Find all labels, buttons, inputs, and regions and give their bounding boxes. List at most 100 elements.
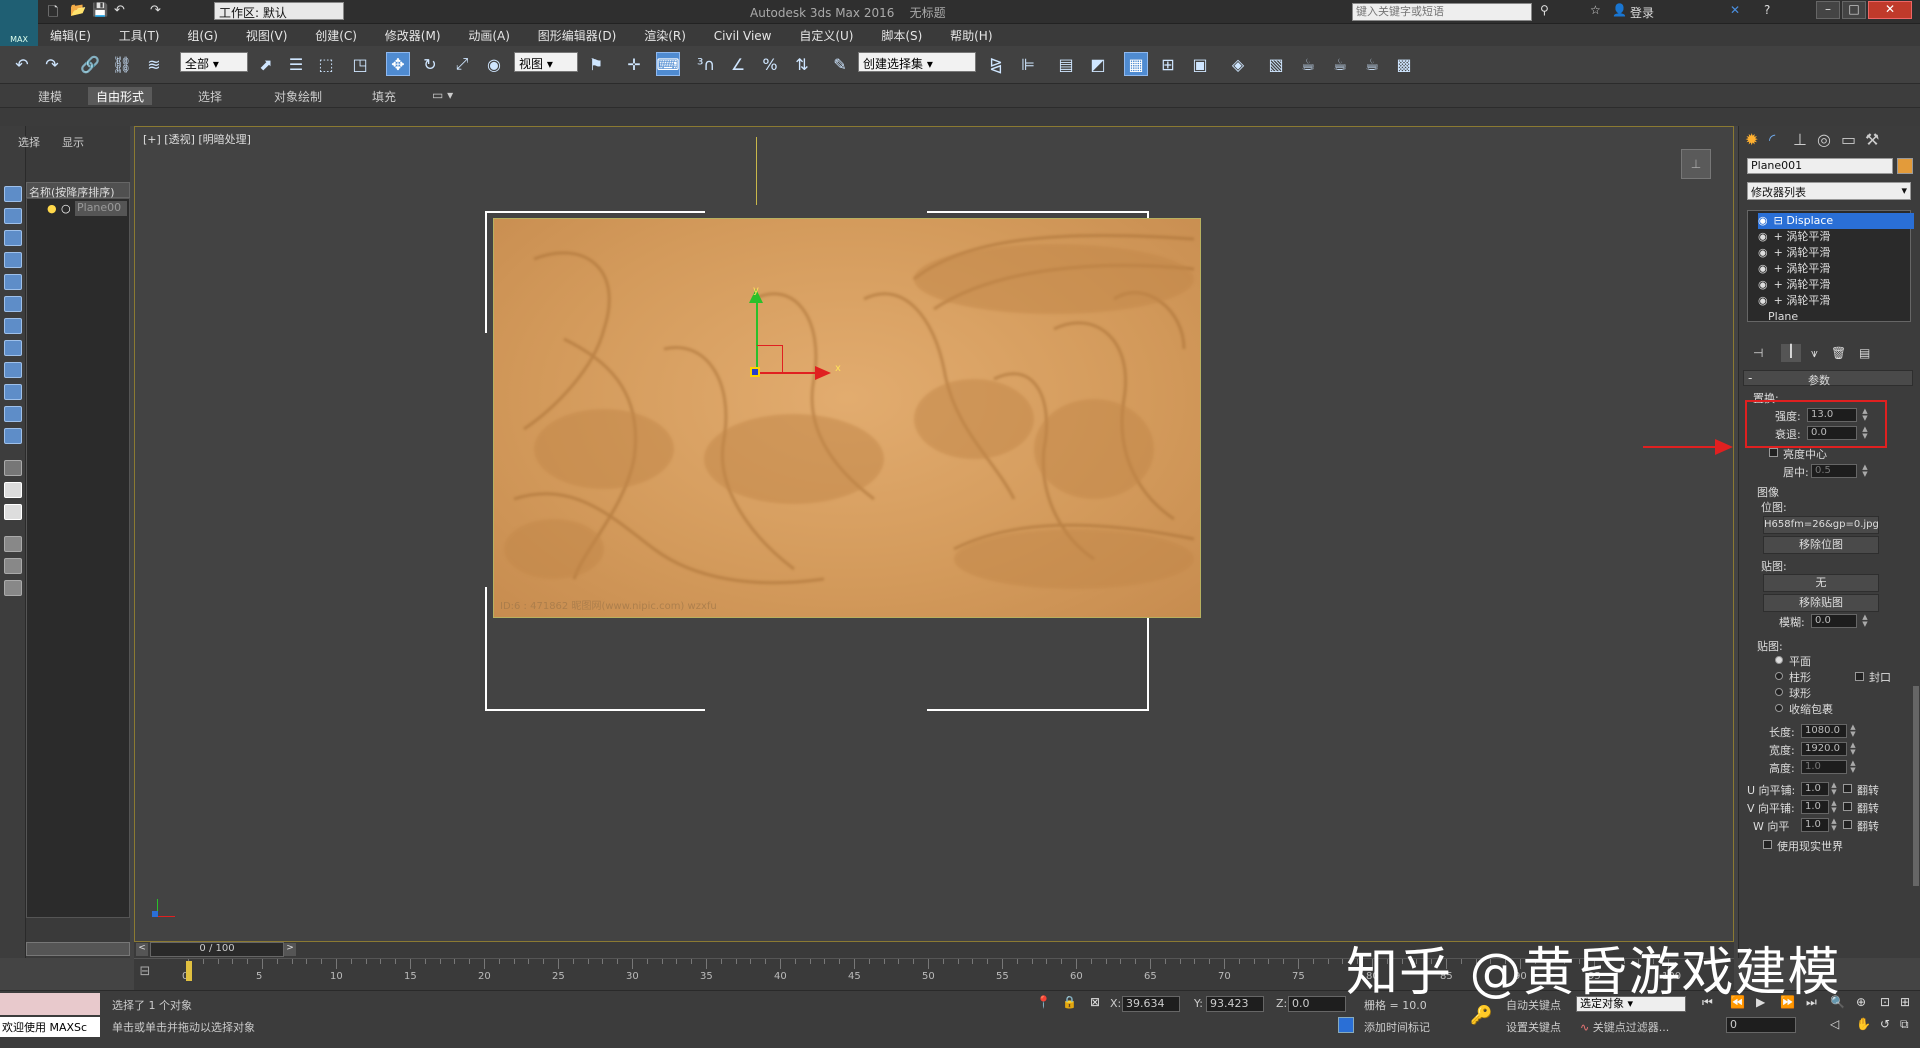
save-icon[interactable]: 💾 bbox=[92, 3, 108, 18]
ribbon-tab-freeform[interactable]: 自由形式 bbox=[88, 87, 153, 105]
undo-icon[interactable]: ↶ bbox=[10, 52, 34, 76]
u-tile-arrows-icon[interactable]: ▲ ▼ bbox=[1830, 782, 1838, 796]
width-spinner-arrows-icon[interactable]: ▲ ▼ bbox=[1849, 742, 1857, 756]
helpers-filter-icon[interactable] bbox=[4, 296, 22, 312]
render-icon[interactable]: ☕ bbox=[1296, 52, 1320, 76]
menu-customize[interactable]: 自定义(U) bbox=[787, 24, 865, 47]
isolate-icon[interactable]: 📍 bbox=[1036, 995, 1051, 1009]
w-tile-arrows-icon[interactable]: ▲ ▼ bbox=[1830, 818, 1838, 832]
object-name-field[interactable]: Plane001 bbox=[1747, 158, 1893, 174]
undo-icon[interactable]: ↶ bbox=[114, 3, 125, 18]
list-icon[interactable] bbox=[4, 460, 22, 476]
select-object-icon[interactable]: ⬈ bbox=[254, 52, 278, 76]
menu-edit[interactable]: 编辑(E) bbox=[38, 24, 103, 47]
rotate-icon[interactable]: ↻ bbox=[418, 52, 442, 76]
gizmo-x-arrow-icon[interactable] bbox=[815, 366, 831, 380]
set-key-icon[interactable]: 🔑 bbox=[1470, 1005, 1492, 1026]
geometry-filter-icon[interactable] bbox=[4, 208, 22, 224]
lum-center-checkbox[interactable] bbox=[1769, 448, 1778, 457]
menu-rendering[interactable]: 渲染(R) bbox=[632, 24, 698, 47]
height-spinner[interactable]: 1.0 bbox=[1801, 760, 1847, 774]
stack-item-plane[interactable]: Plane bbox=[1758, 309, 1914, 325]
unlink-icon[interactable]: ⛓ bbox=[110, 52, 134, 76]
minimize-button[interactable]: – bbox=[1816, 1, 1840, 19]
center-spinner-arrows-icon[interactable]: ▲ ▼ bbox=[1861, 464, 1869, 478]
current-frame-marker[interactable] bbox=[186, 961, 192, 981]
show-end-result-icon[interactable]: ┃ bbox=[1781, 344, 1801, 362]
menu-views[interactable]: 视图(V) bbox=[234, 24, 300, 47]
menu-tools[interactable]: 工具(T) bbox=[107, 24, 172, 47]
orbit-icon[interactable]: ↺ bbox=[1880, 1017, 1890, 1031]
shapes-filter-icon[interactable] bbox=[4, 230, 22, 246]
blur-spinner[interactable]: 0.0 bbox=[1811, 614, 1857, 628]
modify-tab-icon[interactable]: ◜ bbox=[1769, 130, 1775, 149]
menu-modifiers[interactable]: 修改器(M) bbox=[373, 24, 453, 47]
set-key-button[interactable]: 设置关键点 bbox=[1506, 1019, 1561, 1035]
spinner-snap-icon[interactable]: ⇅ bbox=[790, 52, 814, 76]
mapping-shrinkwrap-radio[interactable] bbox=[1775, 704, 1783, 712]
z-coord-field[interactable]: 0.0 bbox=[1288, 996, 1346, 1012]
redo-icon[interactable]: ↷ bbox=[150, 3, 161, 18]
utilities-tab-icon[interactable]: ⚒ bbox=[1865, 130, 1879, 149]
u-tile-spinner[interactable]: 1.0 bbox=[1801, 782, 1829, 796]
make-unique-icon[interactable]: ⩛ bbox=[1811, 346, 1818, 361]
v-flip-checkbox[interactable] bbox=[1843, 802, 1852, 811]
ref-coord-dropdown[interactable]: 视图 ▾ bbox=[514, 52, 578, 72]
move-icon[interactable]: ✥ bbox=[386, 52, 410, 76]
create-tab-icon[interactable]: ✹ bbox=[1745, 130, 1758, 149]
u-flip-checkbox[interactable] bbox=[1843, 784, 1852, 793]
ribbon-toggle-icon[interactable]: ◩ bbox=[1086, 52, 1110, 76]
scene-list[interactable]: ● ○ Plane00 bbox=[26, 198, 130, 918]
menu-scripting[interactable]: 脚本(S) bbox=[869, 24, 934, 47]
manipulate-icon[interactable]: ✛ bbox=[622, 52, 646, 76]
menu-group[interactable]: 组(G) bbox=[175, 24, 230, 47]
light-bulb-icon[interactable]: ● bbox=[47, 202, 57, 215]
containers-filter-icon[interactable] bbox=[4, 406, 22, 422]
user-icon[interactable]: 👤 bbox=[1612, 3, 1627, 17]
app-logo[interactable]: MAX bbox=[0, 0, 38, 46]
stack-item-turbosmooth-2[interactable]: ◉ + 涡轮平滑 bbox=[1758, 245, 1914, 261]
edit-named-sel-icon[interactable]: ✎ bbox=[828, 52, 852, 76]
ribbon-tab-modeling[interactable]: 建模 bbox=[30, 87, 70, 105]
v-tile-arrows-icon[interactable]: ▲ ▼ bbox=[1830, 800, 1838, 814]
length-spinner[interactable]: 1080.0 bbox=[1801, 724, 1847, 738]
gizmo-center[interactable] bbox=[750, 367, 760, 377]
params-rollout-header[interactable]: - 参数 bbox=[1743, 370, 1913, 387]
visibility-icon[interactable]: ○ bbox=[61, 202, 71, 215]
redo-icon[interactable]: ↷ bbox=[40, 52, 64, 76]
v-tile-spinner[interactable]: 1.0 bbox=[1801, 800, 1829, 814]
selection-lock-icon[interactable]: 🔒 bbox=[1062, 995, 1077, 1009]
mirror-icon[interactable]: ⧎ bbox=[984, 52, 1008, 76]
modifier-list-dropdown[interactable]: 修改器列表 ▾ bbox=[1747, 182, 1911, 200]
search-input[interactable] bbox=[1352, 3, 1532, 21]
hierarchy-tab-icon[interactable]: ⊥ bbox=[1793, 130, 1807, 149]
maximize-viewport-icon[interactable]: ⧉ bbox=[1900, 1017, 1909, 1032]
scene-item-plane[interactable]: Plane00 bbox=[75, 201, 127, 216]
height-spinner-arrows-icon[interactable]: ▲ ▼ bbox=[1849, 760, 1857, 774]
selection-filter-dropdown[interactable]: 全部 ▾ bbox=[180, 52, 248, 72]
link-icon[interactable]: 🔗 bbox=[78, 52, 102, 76]
tab-display[interactable]: 显示 bbox=[62, 134, 84, 150]
maximize-button[interactable]: □ bbox=[1842, 1, 1866, 19]
relief-plane-object[interactable]: ID:6 : 471862 昵图网(www.nipic.com) wzxfu bbox=[493, 218, 1201, 618]
place-icon[interactable]: ◉ bbox=[482, 52, 506, 76]
motion-tab-icon[interactable]: ◎ bbox=[1817, 130, 1831, 149]
zoom-all-icon[interactable]: ⊕ bbox=[1856, 995, 1866, 1009]
zoom-extents-all-icon[interactable]: ⊞ bbox=[1900, 995, 1910, 1009]
absolute-mode-icon[interactable]: ⊠ bbox=[1090, 995, 1100, 1009]
pan-icon[interactable]: ✋ bbox=[1856, 1017, 1871, 1031]
exchange-icon[interactable]: ✕ bbox=[1730, 3, 1740, 17]
percent-snap-icon[interactable]: % bbox=[758, 52, 782, 76]
tab-select[interactable]: 选择 bbox=[18, 134, 40, 150]
configure-sets-icon[interactable]: ▤ bbox=[1859, 346, 1870, 360]
workspace-dropdown[interactable]: 工作区: 默认 bbox=[214, 2, 344, 20]
map-button[interactable]: 无 bbox=[1763, 574, 1879, 592]
viewport-label[interactable]: [+] [透视] [明暗处理] bbox=[143, 131, 251, 147]
perspective-viewport[interactable]: [+] [透视] [明暗处理] ⊥ ID:6: 471862 昵图网(www.… bbox=[134, 126, 1734, 942]
help-icon[interactable]: ? bbox=[1764, 3, 1770, 17]
add-time-tag[interactable]: 添加时间标记 bbox=[1364, 1019, 1430, 1035]
ribbon-tab-object-paint[interactable]: 对象绘制 bbox=[266, 87, 330, 105]
star-icon[interactable]: ☆ bbox=[1590, 3, 1601, 17]
fov-icon[interactable]: ◁ bbox=[1830, 1017, 1839, 1031]
render-iterative-icon[interactable]: ☕ bbox=[1360, 52, 1384, 76]
